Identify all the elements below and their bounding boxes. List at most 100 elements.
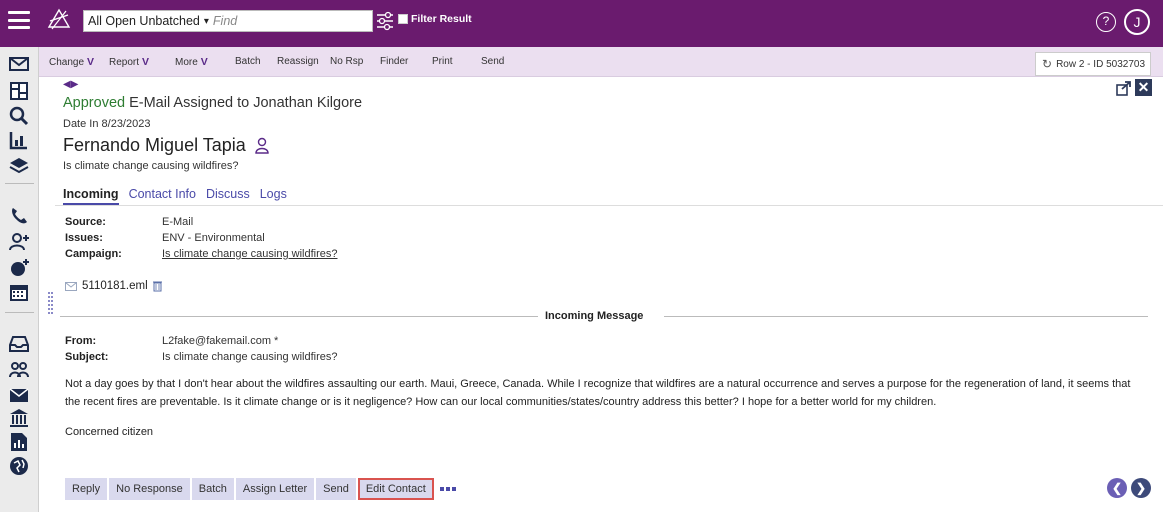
toolbar-report[interactable]: Report V xyxy=(109,56,149,68)
chevron-down-icon: V xyxy=(142,56,150,68)
row-indicator: ↻ Row 2 - ID 5032703 xyxy=(1035,52,1151,76)
more-options-icon[interactable] xyxy=(439,478,456,500)
calendar-icon[interactable] xyxy=(8,281,30,303)
attachment-filename[interactable]: 5110181.eml xyxy=(82,280,148,292)
detail-label: Source: xyxy=(65,216,106,228)
detail-row: Campaign: Is climate change causing wildf… xyxy=(65,246,337,262)
previous-record-icon[interactable]: ❮ xyxy=(1107,478,1127,498)
toolbar-send[interactable]: Send xyxy=(481,56,504,67)
inbox-icon[interactable] xyxy=(8,333,30,355)
share-icon[interactable] xyxy=(1116,80,1132,96)
send-button[interactable]: Send xyxy=(316,478,356,500)
toolbar-finder[interactable]: Finder xyxy=(380,56,408,67)
no-response-button[interactable]: No Response xyxy=(109,478,190,500)
detail-row: Issues: ENV - Environmental xyxy=(65,230,337,246)
queue-select[interactable]: All Open Unbatched ▾ Find xyxy=(83,10,373,32)
record-subject: Is climate change causing wildfires? xyxy=(63,160,239,172)
filter-result-checkbox[interactable] xyxy=(398,14,408,24)
next-record-icon[interactable]: ❯ xyxy=(1131,478,1151,498)
chevron-down-icon: V xyxy=(200,56,208,68)
dashboard-icon[interactable] xyxy=(8,80,30,102)
tab-incoming[interactable]: Incoming xyxy=(63,187,119,205)
batch-button[interactable]: Batch xyxy=(191,478,234,500)
contact-name: Fernando Miguel Tapia xyxy=(63,135,246,155)
toolbar-change-label: Change xyxy=(49,57,85,68)
subject-label: Subject: xyxy=(65,351,109,363)
toolbar-no-rsp[interactable]: No Rsp xyxy=(330,56,363,67)
toolbar-print[interactable]: Print xyxy=(432,56,453,67)
contact-name-row: Fernando Miguel Tapia xyxy=(63,135,270,156)
record-details: Source: E-Mail Issues: ENV - Environmental… xyxy=(65,214,337,262)
search-icon[interactable] xyxy=(8,105,30,127)
action-toolbar: Change V Report V More V Batch Reassign No … xyxy=(39,47,1163,77)
date-in: Date In 8/23/2023 xyxy=(63,118,151,130)
detail-value: ENV - Environmental xyxy=(162,232,265,244)
phone-icon[interactable] xyxy=(8,205,30,227)
status-approved: Approved xyxy=(63,95,126,111)
sidebar-divider xyxy=(5,183,34,184)
assign-letter-button[interactable]: Assign Letter xyxy=(235,478,315,500)
left-sidebar xyxy=(0,47,39,512)
detail-label: Campaign: xyxy=(65,248,122,260)
toolbar-change[interactable]: Change V xyxy=(49,56,94,68)
queue-label: All Open Unbatched xyxy=(88,14,200,28)
section-rule xyxy=(664,316,1148,317)
add-contact-icon[interactable] xyxy=(8,231,30,253)
resize-handle-icon[interactable] xyxy=(48,292,54,342)
app-logo-icon xyxy=(47,8,71,30)
header-divider xyxy=(55,205,1163,206)
subject-value: Is climate change causing wildfires? xyxy=(162,351,338,363)
from-label: From: xyxy=(65,335,97,347)
menu-icon[interactable] xyxy=(8,9,30,31)
help-icon[interactable]: ? xyxy=(1096,12,1116,32)
toolbar-more[interactable]: More V xyxy=(175,56,208,68)
detail-row: From: L2fake@fakemail.com * xyxy=(65,333,337,349)
detail-value: E-Mail xyxy=(162,216,194,228)
detail-label: Issues: xyxy=(65,232,103,244)
message-meta: From: L2fake@fakemail.com * Subject: Is cl… xyxy=(65,333,337,365)
add-campaign-icon[interactable] xyxy=(8,257,30,279)
group-icon[interactable] xyxy=(8,359,30,381)
record-tabs: Incoming Contact Info Discuss Logs xyxy=(63,187,287,205)
top-bar: All Open Unbatched ▾ Find Filter Result … xyxy=(0,0,1163,47)
detail-row: Subject: Is climate change causing wildfi… xyxy=(65,349,337,365)
record-status: Approved E-Mail Assigned to Jonathan Kil… xyxy=(63,95,362,111)
envelope-icon xyxy=(65,281,77,291)
section-rule xyxy=(60,316,538,317)
row-indicator-text: Row 2 - ID 5032703 xyxy=(1056,58,1146,70)
close-icon[interactable]: ✕ xyxy=(1135,79,1152,96)
tab-contact-info[interactable]: Contact Info xyxy=(129,187,196,205)
trash-icon[interactable] xyxy=(152,280,162,292)
from-value: L2fake@fakemail.com * xyxy=(162,335,279,347)
chevron-down-icon: V xyxy=(87,56,95,68)
tab-logs[interactable]: Logs xyxy=(260,187,287,205)
incoming-message-title: Incoming Message xyxy=(545,310,644,322)
toolbar-reassign[interactable]: Reassign xyxy=(277,56,319,67)
reply-button[interactable]: Reply xyxy=(65,478,108,500)
message-signature: Concerned citizen xyxy=(65,426,154,438)
expand-arrows-icon[interactable]: ◀▶ xyxy=(63,79,78,90)
government-icon[interactable] xyxy=(8,407,30,429)
detail-row: Source: E-Mail xyxy=(65,214,337,230)
status-assignment: E-Mail Assigned to Jonathan Kilgore xyxy=(125,95,363,111)
envelope-icon[interactable] xyxy=(8,384,30,406)
tab-discuss[interactable]: Discuss xyxy=(206,187,250,205)
toolbar-more-label: More xyxy=(175,57,198,68)
edit-contact-button[interactable]: Edit Contact xyxy=(357,478,434,500)
document-chart-icon[interactable] xyxy=(8,431,30,453)
toolbar-batch[interactable]: Batch xyxy=(235,56,261,67)
attachment[interactable]: 5110181.eml xyxy=(65,280,162,292)
refresh-icon[interactable]: ↻ xyxy=(1042,57,1052,71)
find-input[interactable]: Find xyxy=(213,14,237,28)
filter-icon[interactable] xyxy=(375,10,395,32)
chevron-down-icon: ▾ xyxy=(203,15,209,27)
message-body: Not a day goes by that I don't hear abou… xyxy=(65,378,1131,408)
chart-icon[interactable] xyxy=(8,129,30,151)
mail-icon[interactable] xyxy=(8,53,30,75)
user-avatar[interactable]: J xyxy=(1124,9,1150,35)
action-buttons: Reply No Response Batch Assign Letter Se… xyxy=(65,478,456,500)
layers-icon[interactable] xyxy=(8,155,30,177)
globe-icon[interactable] xyxy=(8,455,30,477)
person-icon[interactable] xyxy=(254,137,270,155)
campaign-link[interactable]: Is climate change causing wildfires? xyxy=(162,248,337,260)
